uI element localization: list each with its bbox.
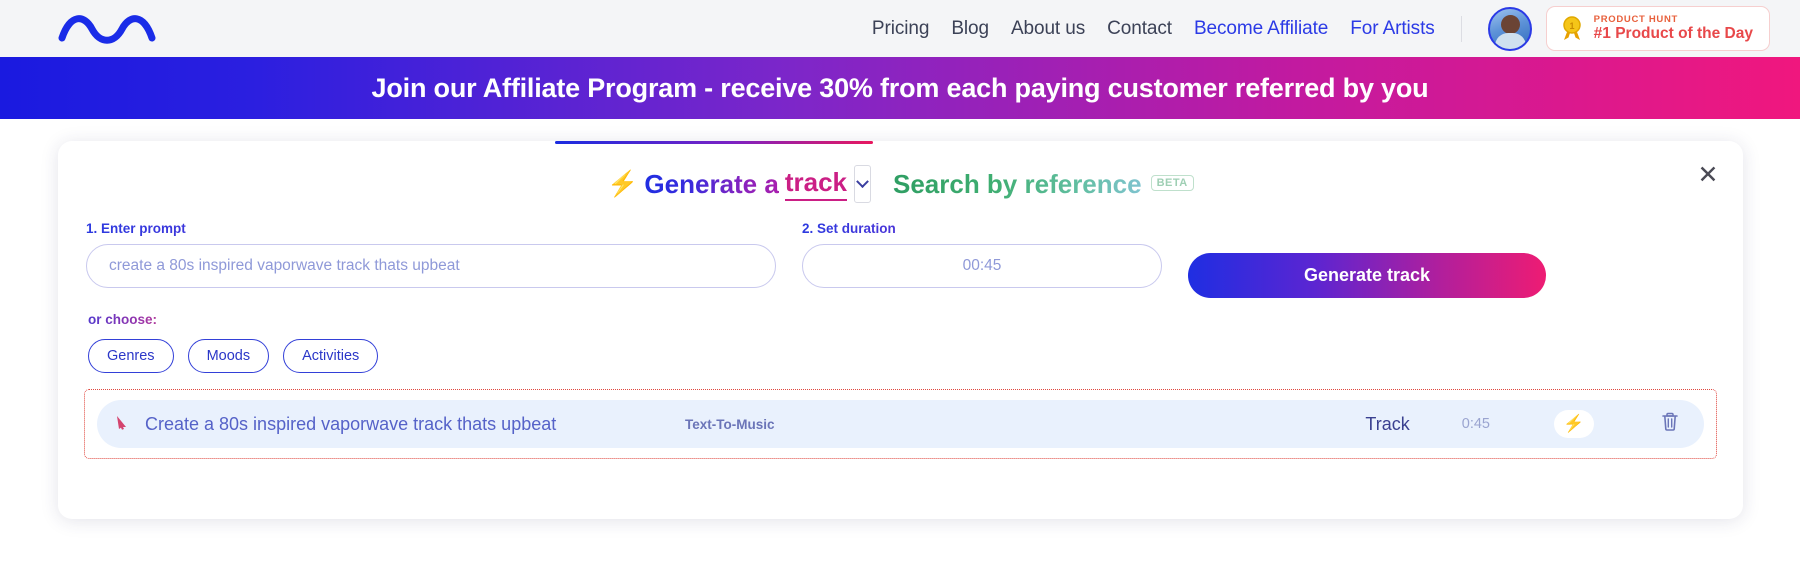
cursor-arrow-icon [115, 414, 145, 435]
prompt-input[interactable] [86, 244, 776, 288]
history-type: Text-To-Music [685, 416, 775, 432]
nav-link-blog[interactable]: Blog [951, 18, 989, 40]
avatar[interactable] [1487, 6, 1532, 51]
product-hunt-badge[interactable]: 1 PRODUCT HUNT #1 Product of the Day [1545, 5, 1770, 52]
nav-link-become-affiliate[interactable]: Become Affiliate [1194, 18, 1328, 40]
product-hunt-kicker: PRODUCT HUNT [1593, 13, 1679, 25]
medal-icon: 1 [1562, 16, 1581, 41]
site-header: Pricing Blog About us Contact Become Aff… [0, 0, 1800, 57]
generate-action-group: Generate track [1188, 221, 1546, 298]
nav-divider [1460, 15, 1462, 42]
chip-moods[interactable]: Moods [187, 339, 270, 373]
history-prompt: Create a 80s inspired vaporwave track th… [145, 413, 557, 434]
affiliate-banner-text: Join our Affiliate Program - receive 30%… [371, 72, 1429, 103]
nav-link-contact[interactable]: Contact [1107, 18, 1172, 40]
chip-activities[interactable]: Activities [283, 339, 379, 373]
wave-logo-icon[interactable] [58, 9, 162, 49]
prompt-label: 1. Enter prompt [86, 221, 776, 236]
tab-search-by-reference[interactable]: Search by reference BETA [893, 169, 1194, 200]
close-icon[interactable]: ✕ [1695, 163, 1721, 189]
generate-modal: ⚡ Generate a track Search by reference B… [58, 141, 1743, 519]
nav-link-pricing[interactable]: Pricing [872, 18, 929, 40]
tab-generate-prefix: Generate a [644, 168, 779, 199]
prompt-field-group: 1. Enter prompt [86, 221, 776, 288]
history-row[interactable]: Create a 80s inspired vaporwave track th… [97, 400, 1704, 448]
svg-text:1: 1 [1569, 21, 1574, 31]
product-hunt-title: #1 Product of the Day [1593, 25, 1753, 43]
history-duration: 0:45 [1461, 416, 1490, 432]
nav-link-about-us[interactable]: About us [1011, 18, 1085, 40]
generate-track-button[interactable]: Generate track [1188, 253, 1546, 298]
duration-input[interactable] [802, 244, 1162, 288]
nav-link-for-artists[interactable]: For Artists [1350, 18, 1435, 40]
category-chips: Genres Moods Activities [58, 327, 1743, 373]
bolt-icon: ⚡ [607, 169, 639, 198]
duration-label: 2. Set duration [802, 221, 1162, 236]
tab-generate-type[interactable]: track [784, 167, 847, 201]
history-kind: Track [1365, 413, 1410, 434]
duration-field-group: 2. Set duration [802, 221, 1162, 288]
chip-genres[interactable]: Genres [88, 339, 174, 373]
trash-icon[interactable] [1660, 411, 1682, 437]
main-nav: Pricing Blog About us Contact Become Aff… [872, 6, 1546, 51]
history-play-button[interactable]: ⚡ [1554, 410, 1594, 438]
affiliate-banner[interactable]: Join our Affiliate Program - receive 30%… [0, 57, 1800, 119]
history-container: Create a 80s inspired vaporwave track th… [84, 389, 1717, 459]
page-stage: ⚡ Generate a track Search by reference B… [0, 119, 1800, 519]
generate-form: 1. Enter prompt 2. Set duration Generate… [58, 207, 1743, 298]
beta-badge: BETA [1150, 174, 1194, 191]
tab-search-label: Search by reference [892, 168, 1142, 199]
chevron-down-icon[interactable] [853, 165, 871, 203]
modal-tabbar: ⚡ Generate a track Search by reference B… [58, 141, 1743, 207]
active-tab-underline [555, 141, 873, 144]
tab-generate-a-track[interactable]: ⚡ Generate a track [607, 165, 871, 203]
or-choose-label: or choose: [58, 298, 198, 327]
